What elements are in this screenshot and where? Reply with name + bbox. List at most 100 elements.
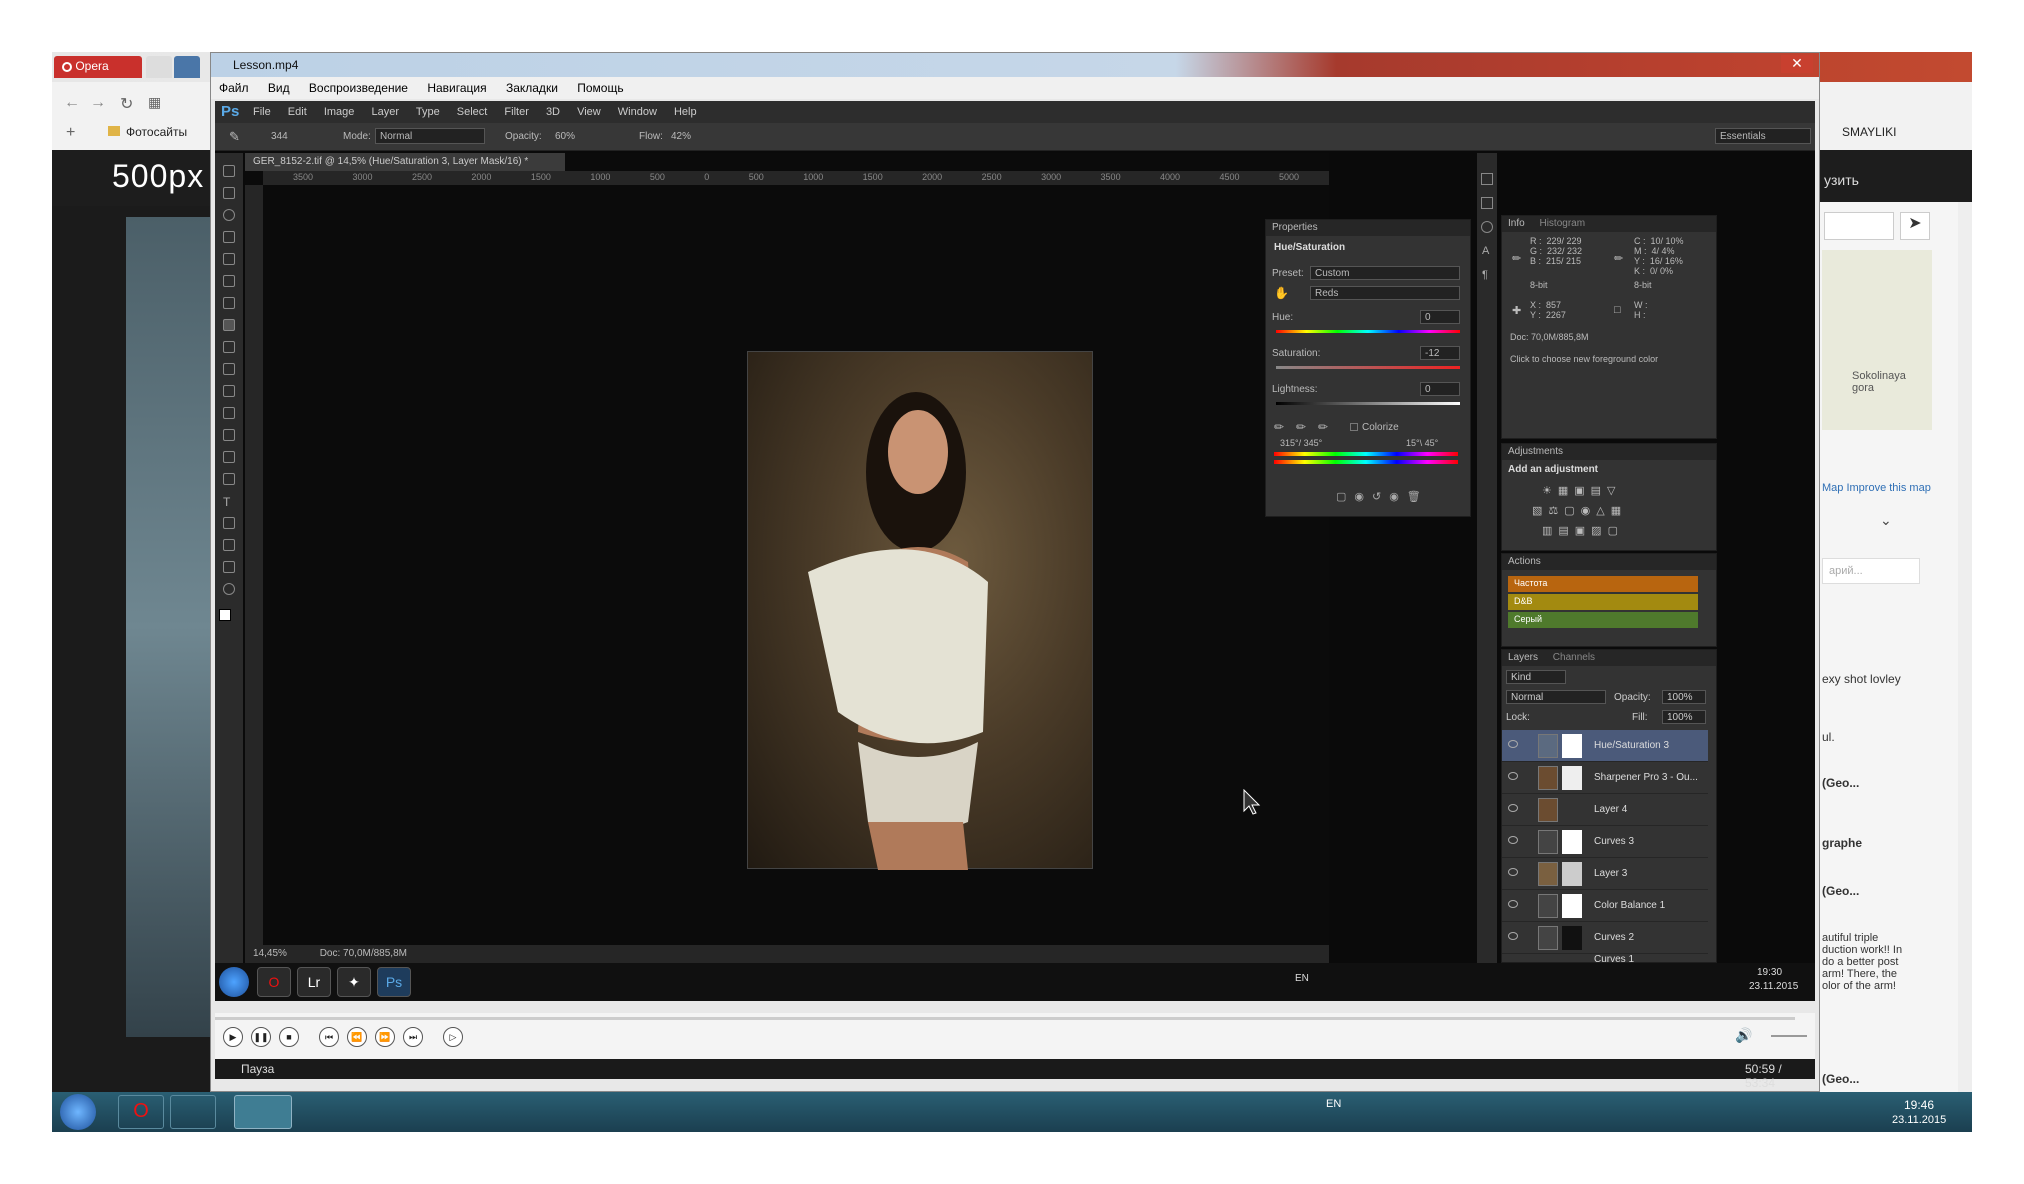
eyedropper-tool-icon[interactable] bbox=[223, 275, 235, 287]
adjustment-icons-row2[interactable]: ▧⚖▢◉△▦ bbox=[1532, 504, 1627, 517]
brush-presets-icon[interactable] bbox=[1481, 197, 1493, 209]
quick-select-tool-icon[interactable] bbox=[223, 231, 235, 243]
action-item[interactable]: Серый bbox=[1508, 612, 1698, 628]
preset-select[interactable]: Custom bbox=[1310, 266, 1460, 280]
menu-file[interactable]: Файл bbox=[211, 77, 257, 99]
layer-opacity-input[interactable]: 100% bbox=[1662, 690, 1706, 704]
hue-input[interactable]: 0 bbox=[1420, 310, 1460, 324]
move-tool-icon[interactable] bbox=[223, 165, 235, 177]
flow-value[interactable]: 42% bbox=[671, 131, 691, 142]
aperture-app-icon[interactable]: ✦ bbox=[337, 967, 371, 997]
pen-tool-icon[interactable] bbox=[223, 473, 235, 485]
clock-time[interactable]: 19:46 bbox=[1904, 1098, 1934, 1112]
workspace-select[interactable]: Essentials bbox=[1715, 128, 1811, 144]
bookmark-folder[interactable]: Фотосайты bbox=[126, 125, 187, 139]
site-logo[interactable]: 500px bbox=[112, 158, 204, 195]
mode-select[interactable]: Normal bbox=[375, 128, 485, 144]
saturation-input[interactable]: -12 bbox=[1420, 346, 1460, 360]
hand-tool-icon[interactable] bbox=[223, 561, 235, 573]
ps-menu-window[interactable]: Window bbox=[618, 106, 657, 118]
layer-row[interactable]: Curves 2 bbox=[1502, 922, 1708, 954]
saturation-slider[interactable] bbox=[1276, 366, 1460, 369]
clock-time[interactable]: 19:30 bbox=[1757, 967, 1782, 978]
layer-row[interactable]: Hue/Saturation 3 bbox=[1502, 730, 1708, 762]
volume-slider[interactable] bbox=[1771, 1035, 1807, 1037]
crop-tool-icon[interactable] bbox=[223, 253, 235, 265]
back-arrow-icon[interactable]: ← bbox=[64, 94, 80, 112]
portrait-photo[interactable] bbox=[747, 351, 1093, 870]
brush-size[interactable]: 344 bbox=[271, 131, 288, 142]
document-tab[interactable]: GER_8152-2.tif @ 14,5% (Hue/Saturation 3… bbox=[245, 153, 565, 171]
eye-icon[interactable] bbox=[1508, 836, 1518, 844]
previous-icon[interactable]: ⏮ bbox=[319, 1027, 339, 1047]
forward-arrow-icon[interactable]: → bbox=[90, 94, 106, 112]
start-orb-icon[interactable] bbox=[219, 967, 249, 997]
layer-row[interactable]: Color Balance 1 bbox=[1502, 890, 1708, 922]
gradient-tool-icon[interactable] bbox=[223, 407, 235, 419]
layer-row[interactable]: Curves 3 bbox=[1502, 826, 1708, 858]
tab-info[interactable]: Info bbox=[1508, 218, 1525, 229]
paragraph-icon[interactable]: ¶ bbox=[1482, 269, 1488, 281]
map-widget[interactable]: Sokolinaya gora bbox=[1822, 250, 1932, 430]
clock-date[interactable]: 23.11.2015 bbox=[1749, 981, 1798, 992]
foreground-color-swatch[interactable] bbox=[219, 609, 231, 621]
chevron-down-icon[interactable]: ⌄ bbox=[1880, 512, 1892, 529]
ps-menu-filter[interactable]: Filter bbox=[504, 106, 528, 118]
action-item[interactable]: D&B bbox=[1508, 594, 1698, 610]
seek-bar[interactable] bbox=[215, 1017, 1795, 1020]
explorer-taskbar-icon[interactable] bbox=[170, 1095, 216, 1129]
comment-author[interactable]: (Geo... bbox=[1822, 1072, 1859, 1086]
healing-tool-icon[interactable] bbox=[223, 297, 235, 309]
menu-bookmarks[interactable]: Закладки bbox=[498, 77, 566, 99]
action-item[interactable]: Частота bbox=[1508, 576, 1698, 592]
play-icon[interactable]: ▶ bbox=[223, 1027, 243, 1047]
volume-icon[interactable]: 🔊 bbox=[1735, 1027, 1752, 1044]
eye-icon[interactable] bbox=[1508, 932, 1518, 940]
hue-slider[interactable] bbox=[1276, 330, 1460, 333]
shape-tool-icon[interactable] bbox=[223, 539, 235, 551]
rewind-icon[interactable]: ⏪ bbox=[347, 1027, 367, 1047]
ps-menu-3d[interactable]: 3D bbox=[546, 106, 560, 118]
hand-target-icon[interactable]: ✋ bbox=[1274, 286, 1289, 300]
ps-menu-view[interactable]: View bbox=[577, 106, 601, 118]
next-icon[interactable]: ⏭ bbox=[403, 1027, 423, 1047]
close-icon[interactable]: ✕ bbox=[1781, 55, 1813, 73]
menu-help[interactable]: Помощь bbox=[569, 77, 631, 99]
ps-menu-select[interactable]: Select bbox=[457, 106, 488, 118]
photoshop-app-icon[interactable]: Ps bbox=[377, 967, 411, 997]
layer-fill-input[interactable]: 100% bbox=[1662, 710, 1706, 724]
ps-menu-type[interactable]: Type bbox=[416, 106, 440, 118]
ps-menu-image[interactable]: Image bbox=[324, 106, 355, 118]
eyedropper-plus-icon[interactable]: ✏ bbox=[1296, 420, 1306, 434]
forward-icon[interactable]: ⏩ bbox=[375, 1027, 395, 1047]
brush-tool-icon[interactable] bbox=[223, 319, 235, 331]
eye-icon[interactable] bbox=[1508, 772, 1518, 780]
comment-author[interactable]: graphe bbox=[1822, 836, 1862, 850]
browser-tab-opera[interactable]: Opera bbox=[54, 56, 142, 78]
zoom-level[interactable]: 14,45% bbox=[253, 948, 287, 959]
tab-histogram[interactable]: Histogram bbox=[1539, 218, 1585, 229]
type-tool-icon[interactable]: T bbox=[223, 495, 235, 509]
browser-tab-vk[interactable] bbox=[174, 56, 200, 78]
lightroom-app-icon[interactable]: Lr bbox=[297, 967, 331, 997]
blend-mode-select[interactable]: Normal bbox=[1506, 690, 1606, 704]
browser-tab-yandex[interactable] bbox=[146, 56, 172, 78]
adjustment-icons-row1[interactable]: ☀▦▣▤▽ bbox=[1542, 484, 1622, 497]
share-arrow-icon[interactable]: ➤ bbox=[1900, 212, 1930, 240]
comment-author[interactable]: (Geo... bbox=[1822, 776, 1859, 790]
channel-select[interactable]: Reds bbox=[1310, 286, 1460, 300]
bookmark-user[interactable]: SMAYLIKI bbox=[1842, 125, 1896, 139]
eyedropper-icon[interactable]: ✏ bbox=[1274, 420, 1284, 434]
brush-icon[interactable]: ✎ bbox=[229, 129, 240, 145]
zoom-tool-icon[interactable] bbox=[223, 583, 235, 595]
lightness-input[interactable]: 0 bbox=[1420, 382, 1460, 396]
video-frame[interactable]: Ps File Edit Image Layer Type Select Fil… bbox=[215, 101, 1815, 1001]
tab-layers[interactable]: Layers bbox=[1508, 652, 1538, 663]
menu-playback[interactable]: Воспроизведение bbox=[301, 77, 416, 99]
adjustment-icons-row3[interactable]: ▥▤▣▨▢ bbox=[1542, 524, 1624, 537]
add-bookmark-icon[interactable]: + bbox=[66, 124, 75, 142]
layer-row[interactable]: Layer 4 bbox=[1502, 794, 1708, 826]
start-orb-icon[interactable] bbox=[60, 1094, 96, 1130]
history-icon[interactable] bbox=[1481, 173, 1493, 185]
stop-icon[interactable]: ■ bbox=[279, 1027, 299, 1047]
